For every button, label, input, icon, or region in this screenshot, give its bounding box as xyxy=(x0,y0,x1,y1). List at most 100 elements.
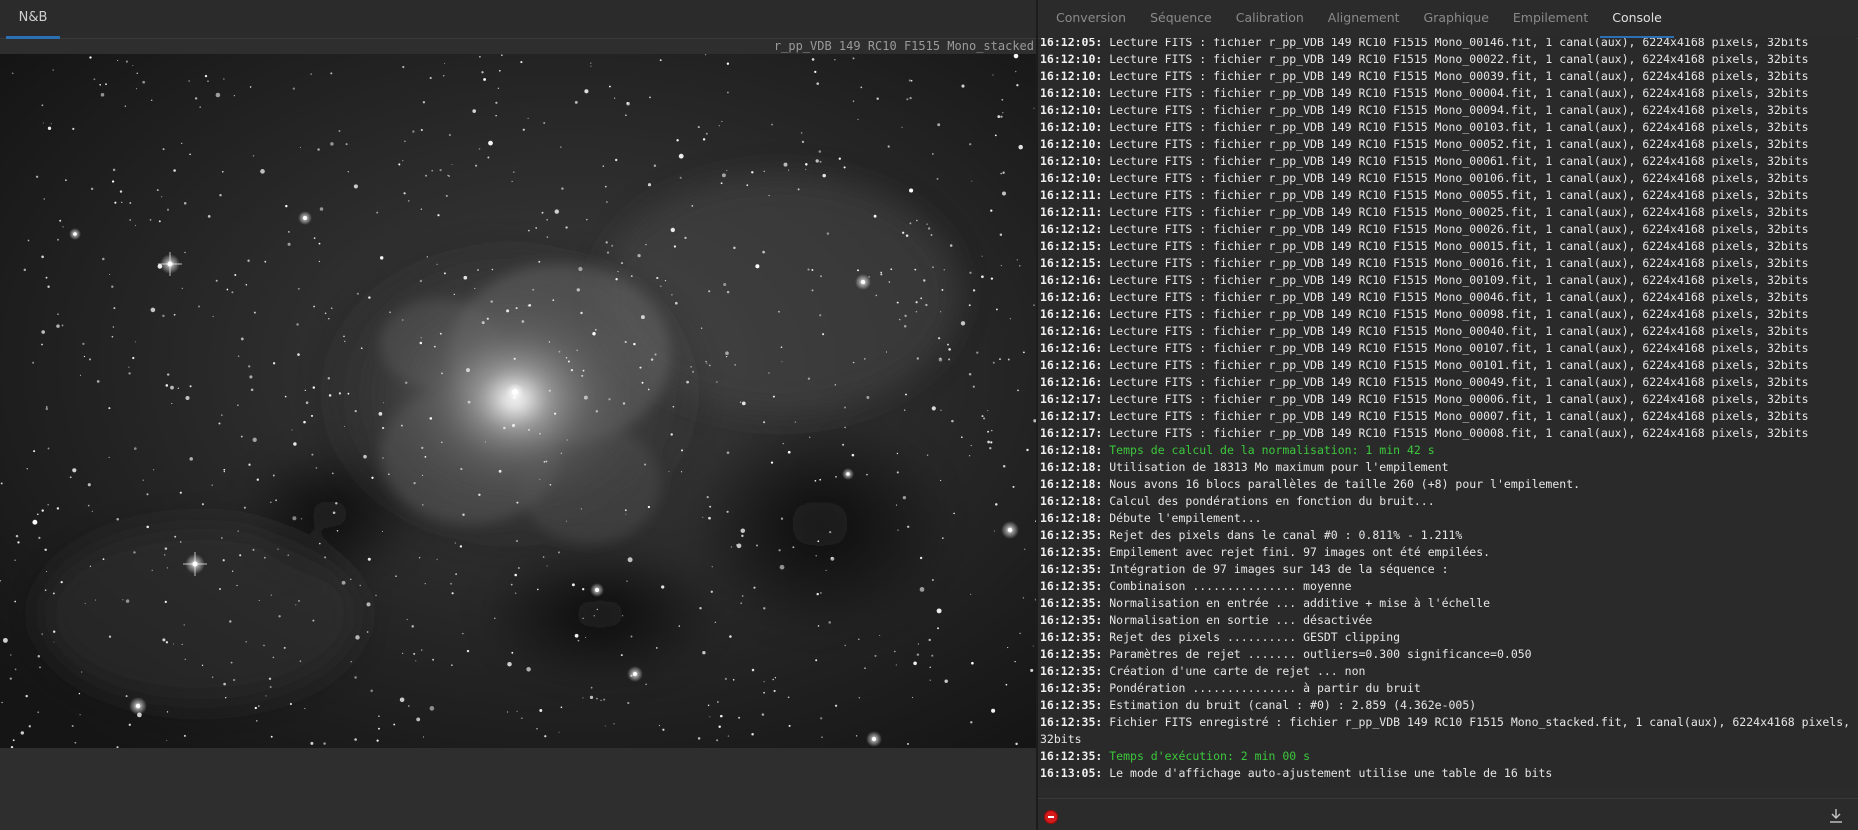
tab-empilement[interactable]: Empilement xyxy=(1501,0,1600,39)
star xyxy=(915,301,918,304)
star xyxy=(929,679,931,681)
console-timestamp: 16:12:15: xyxy=(1040,256,1103,270)
star xyxy=(997,115,1001,118)
star xyxy=(451,163,453,166)
star xyxy=(655,647,658,649)
star xyxy=(150,99,153,102)
star xyxy=(927,227,931,230)
star xyxy=(947,343,949,346)
star xyxy=(248,463,251,466)
star xyxy=(816,82,819,85)
star xyxy=(819,314,822,317)
tab-alignement[interactable]: Alignement xyxy=(1316,0,1412,39)
star xyxy=(931,406,936,411)
star xyxy=(673,245,677,248)
star xyxy=(439,332,442,335)
star xyxy=(834,384,836,386)
star xyxy=(166,739,168,741)
star xyxy=(35,175,39,178)
star xyxy=(633,342,636,346)
star xyxy=(87,483,91,487)
star xyxy=(299,147,301,149)
star xyxy=(245,640,248,643)
star xyxy=(725,351,729,355)
download-icon[interactable] xyxy=(1828,807,1844,825)
star xyxy=(248,365,251,368)
console-timestamp: 16:12:10: xyxy=(1040,171,1103,185)
tab-sequence[interactable]: Séquence xyxy=(1138,0,1224,39)
console-timestamp: 16:12:35: xyxy=(1040,749,1103,763)
star xyxy=(771,123,774,126)
star xyxy=(170,385,174,390)
star xyxy=(495,101,498,104)
star xyxy=(515,539,519,543)
star xyxy=(699,607,702,610)
tab-nb[interactable]: N&B xyxy=(6,0,60,39)
console-timestamp: 16:12:16: xyxy=(1040,273,1103,287)
console-log[interactable]: 16:12:05: Lecture FITS : fichier r_pp_VD… xyxy=(1040,38,1856,790)
star xyxy=(444,63,446,65)
star xyxy=(690,366,692,368)
astro-image[interactable] xyxy=(0,54,1036,748)
star xyxy=(220,414,223,417)
star xyxy=(590,65,592,67)
star xyxy=(448,133,452,137)
console-message: Lecture FITS : fichier r_pp_VDB 149 RC10… xyxy=(1109,120,1809,134)
star xyxy=(961,436,963,438)
star xyxy=(671,294,673,296)
star xyxy=(39,666,41,669)
star xyxy=(545,460,548,463)
star xyxy=(481,321,485,325)
star xyxy=(1023,548,1026,551)
star xyxy=(488,140,493,146)
stop-icon[interactable] xyxy=(1044,810,1058,824)
star xyxy=(125,695,128,698)
tab-console[interactable]: Console xyxy=(1600,0,1674,39)
star xyxy=(89,56,92,59)
star xyxy=(852,361,855,364)
star xyxy=(640,315,645,320)
star xyxy=(702,138,706,141)
tab-conversion[interactable]: Conversion xyxy=(1044,0,1138,39)
star xyxy=(46,571,48,573)
star xyxy=(811,58,815,61)
star xyxy=(930,234,933,236)
star xyxy=(56,507,60,510)
star xyxy=(382,402,385,404)
star xyxy=(726,510,729,513)
console-line: 16:12:16: Lecture FITS : fichier r_pp_VD… xyxy=(1040,306,1856,323)
console-timestamp: 16:12:17: xyxy=(1040,426,1103,440)
star xyxy=(406,618,408,620)
console-line: 16:12:16: Lecture FITS : fichier r_pp_VD… xyxy=(1040,272,1856,289)
star xyxy=(125,599,130,603)
star xyxy=(916,357,919,360)
star xyxy=(926,223,928,225)
star xyxy=(987,440,990,444)
star xyxy=(944,679,948,683)
star xyxy=(938,337,941,340)
tab-graphique[interactable]: Graphique xyxy=(1412,0,1501,39)
star xyxy=(207,215,211,218)
star xyxy=(1016,259,1018,261)
star xyxy=(313,305,315,308)
star xyxy=(662,728,665,731)
star xyxy=(514,592,517,594)
console-message: Fichier FITS enregistré : fichier r_pp_V… xyxy=(1040,715,1851,746)
tab-calibration[interactable]: Calibration xyxy=(1224,0,1316,39)
console-timestamp: 16:13:05: xyxy=(1040,766,1103,780)
star xyxy=(691,204,694,207)
star xyxy=(429,417,433,420)
star xyxy=(100,93,105,97)
console-line: 16:12:35: Estimation du bruit (canal : #… xyxy=(1040,697,1856,714)
star xyxy=(972,385,975,388)
star xyxy=(907,742,909,745)
console-message: Rejet des pixels .......... GESDT clippi… xyxy=(1109,630,1401,644)
star xyxy=(297,287,300,290)
star xyxy=(420,649,423,651)
star xyxy=(436,558,438,560)
console-line: 16:12:17: Lecture FITS : fichier r_pp_VD… xyxy=(1040,391,1856,408)
star xyxy=(909,96,912,100)
star xyxy=(451,664,453,666)
star xyxy=(919,556,923,560)
star xyxy=(166,711,169,713)
